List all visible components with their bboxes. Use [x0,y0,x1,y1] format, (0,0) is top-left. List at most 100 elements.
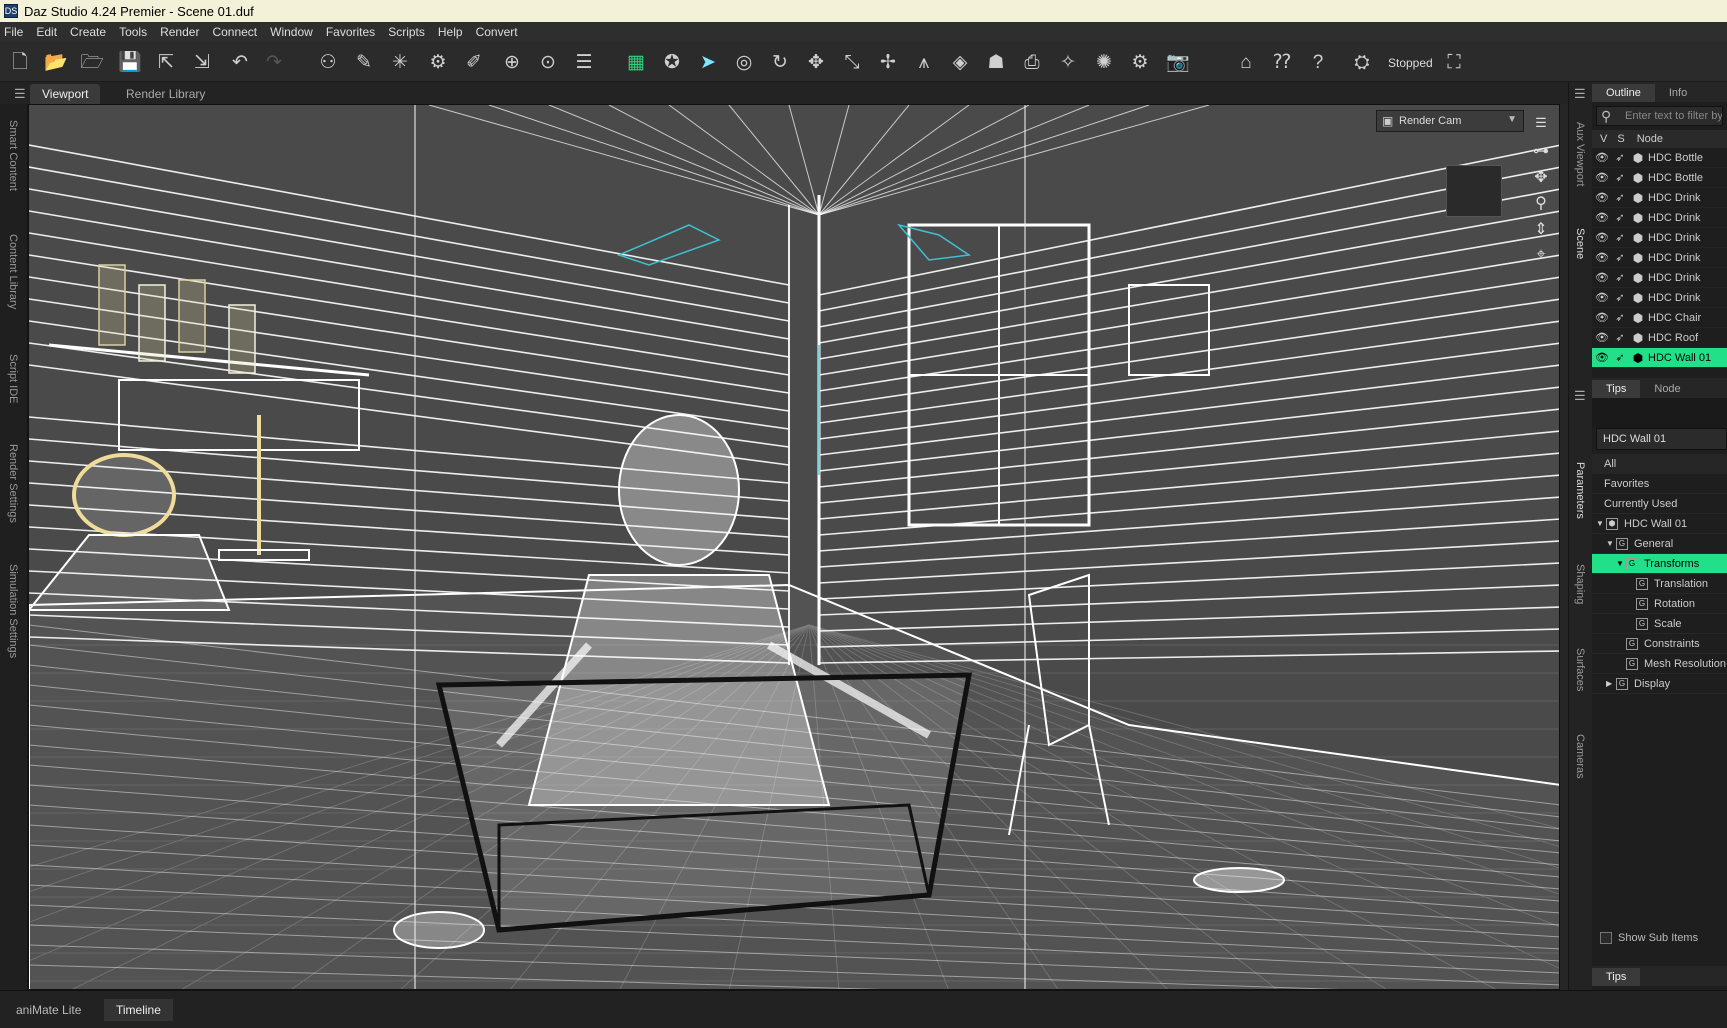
menu-create[interactable]: Create [70,25,106,39]
menu-tools[interactable]: Tools [119,25,147,39]
undo-icon[interactable]: ↶ [226,48,254,76]
tab-timeline[interactable]: Timeline [104,999,173,1021]
scene-node-row[interactable]: 👁 ➶ ⬢ HDC Drink [1592,188,1727,208]
menu-help[interactable]: Help [438,25,463,39]
tree-expander-icon[interactable]: ▼ [1596,519,1606,528]
selectable-arrow-icon[interactable]: ➶ [1612,191,1628,204]
parameter-tree-item[interactable]: ▼ G Transforms [1592,554,1727,574]
pan-camera-icon[interactable]: ✥ [1530,166,1552,188]
pane-tab-shaping[interactable]: Shaping [1574,564,1586,604]
tree-expander-icon[interactable]: ▶ [1606,679,1616,688]
camera-icon[interactable]: 📷 [1164,48,1192,76]
scene-node-row[interactable]: 👁 ➶ ⬢ HDC Roof [1592,328,1727,348]
scale-icon[interactable]: ⤡ [838,48,866,76]
whats-this-icon[interactable]: ⁇ [1268,48,1296,76]
scene-node-row[interactable]: 👁 ➶ ⬢ HDC Drink [1592,248,1727,268]
pane-menu-icon[interactable]: ☰ [1574,86,1586,102]
gear-node-icon[interactable]: ⚙ [424,48,452,76]
rotate-icon[interactable]: ↻ [766,48,794,76]
bone-icon[interactable]: ✎ [350,48,378,76]
tab-tips-2[interactable]: Tips [1592,968,1641,986]
pane-menu-icon-2[interactable]: ☰ [1574,388,1586,404]
save-icon[interactable]: 💾 [116,48,144,76]
visibility-eye-icon[interactable]: 👁 [1592,231,1612,244]
pin-icon[interactable]: ✐ [460,48,488,76]
parameter-tree-item[interactable]: ▼ G General [1592,534,1727,554]
parameter-tree-item[interactable]: G Scale [1592,614,1727,634]
select-region-icon[interactable]: ⊙ [534,48,562,76]
show-sub-items-checkbox[interactable] [1600,932,1612,945]
visibility-eye-icon[interactable]: 👁 [1592,291,1612,304]
joint-editor-icon[interactable]: ✢ [874,48,902,76]
render-settings-icon[interactable]: ✺ [1090,48,1118,76]
selectable-arrow-icon[interactable]: ➶ [1612,211,1628,224]
selectable-arrow-icon[interactable]: ➶ [1612,171,1628,184]
import-icon[interactable]: ⇱ [152,48,180,76]
pane-tab-scene[interactable]: Scene [1574,228,1586,259]
visibility-eye-icon[interactable]: 👁 [1592,331,1612,344]
drawing-icon[interactable]: ⛶ [1440,48,1468,76]
menu-scripts[interactable]: Scripts [388,25,425,39]
pane-tab-parameters[interactable]: Parameters [1574,462,1586,519]
visibility-eye-icon[interactable]: 👁 [1592,171,1612,184]
tab-node[interactable]: Node [1640,380,1694,398]
parameter-tree-item[interactable]: G Rotation [1592,594,1727,614]
open-file-icon[interactable]: 📂 [42,48,70,76]
light-add-icon[interactable]: ✧ [1054,48,1082,76]
visibility-eye-icon[interactable]: 👁 [1592,311,1612,324]
scene-node-row[interactable]: 👁 ➶ ⬢ HDC Chair [1592,308,1727,328]
tab-render-library[interactable]: Render Library [114,84,217,104]
iray-icon[interactable]: ⛭ [1348,48,1376,76]
tree-expander-icon[interactable]: ▼ [1616,559,1626,568]
tab-info[interactable]: Info [1655,84,1701,102]
show-sub-items-toggle[interactable]: Show Sub Items [1600,932,1698,945]
pane-tab-smart-content[interactable]: Smart Content [7,120,19,191]
pane-tab-surfaces[interactable]: Surfaces [1574,648,1586,691]
tab-tips[interactable]: Tips [1592,380,1641,398]
camera-selector[interactable]: ▣ Render Cam ▼ [1376,110,1524,132]
selectable-arrow-icon[interactable]: ➶ [1612,271,1628,284]
parameter-category-item[interactable]: Favorites [1592,474,1727,494]
export-icon[interactable]: ⇲ [188,48,216,76]
scene-node-row[interactable]: 👁 ➶ ⬢ HDC Drink [1592,228,1727,248]
scene-node-row[interactable]: 👁 ➶ ⬢ HDC Bottle [1592,148,1727,168]
menu-favorites[interactable]: Favorites [326,25,375,39]
column-visible[interactable]: V [1600,133,1607,145]
light-icon[interactable]: ✳ [386,48,414,76]
grid-icon[interactable]: ▦ [622,48,650,76]
menu-render[interactable]: Render [160,25,199,39]
parameter-tree-item[interactable]: G Constraints [1592,634,1727,654]
menu-window[interactable]: Window [270,25,313,39]
parameter-tree-item[interactable]: ▼ ⬢ HDC Wall 01 [1592,514,1727,534]
selectable-arrow-icon[interactable]: ➶ [1612,331,1628,344]
scene-node-row[interactable]: 👁 ➶ ⬢ HDC Drink [1592,288,1727,308]
menu-convert[interactable]: Convert [476,25,518,39]
visibility-eye-icon[interactable]: 👁 [1592,251,1612,264]
selectable-arrow-icon[interactable]: ➶ [1612,251,1628,264]
column-node[interactable]: Node [1637,133,1663,145]
tab-viewport[interactable]: Viewport [30,84,101,104]
parameter-tree-item[interactable]: G Translation [1592,574,1727,594]
home-icon[interactable]: ⌂ [1232,48,1260,76]
visibility-eye-icon[interactable]: 👁 [1592,351,1612,364]
visibility-eye-icon[interactable]: 👁 [1592,211,1612,224]
selectable-arrow-icon[interactable]: ➶ [1612,291,1628,304]
scene-node-row[interactable]: 👁 ➶ ⬢ HDC Drink [1592,268,1727,288]
active-pose-icon[interactable]: ☗ [982,48,1010,76]
visibility-eye-icon[interactable]: 👁 [1592,191,1612,204]
frame-camera-icon[interactable]: ⌖ [1530,244,1552,266]
zoom-camera-icon[interactable]: ⚲ [1530,192,1552,214]
pane-tab-cameras[interactable]: Cameras [1574,734,1586,779]
help-icon[interactable]: ? [1304,48,1332,76]
open-recent-icon[interactable]: 🗁 [78,48,106,76]
pane-tab-simulation-settings[interactable]: Simulation Settings [7,564,19,658]
orbit-icon[interactable]: ◎ [730,48,758,76]
scene-node-row[interactable]: 👁 ➶ ⬢ HDC Drink [1592,208,1727,228]
column-selectable[interactable]: S [1617,133,1624,145]
figure-icon[interactable]: ⚇ [314,48,342,76]
tree-expander-icon[interactable]: ▼ [1606,539,1616,548]
pane-tab-aux-viewport[interactable]: Aux Viewport [1574,122,1586,187]
viewport-menu-icon[interactable]: ☰ [1530,112,1552,134]
scene-filter-input[interactable]: ⚲ Enter text to filter by... [1596,106,1723,126]
parameter-category-item[interactable]: All [1592,454,1727,474]
